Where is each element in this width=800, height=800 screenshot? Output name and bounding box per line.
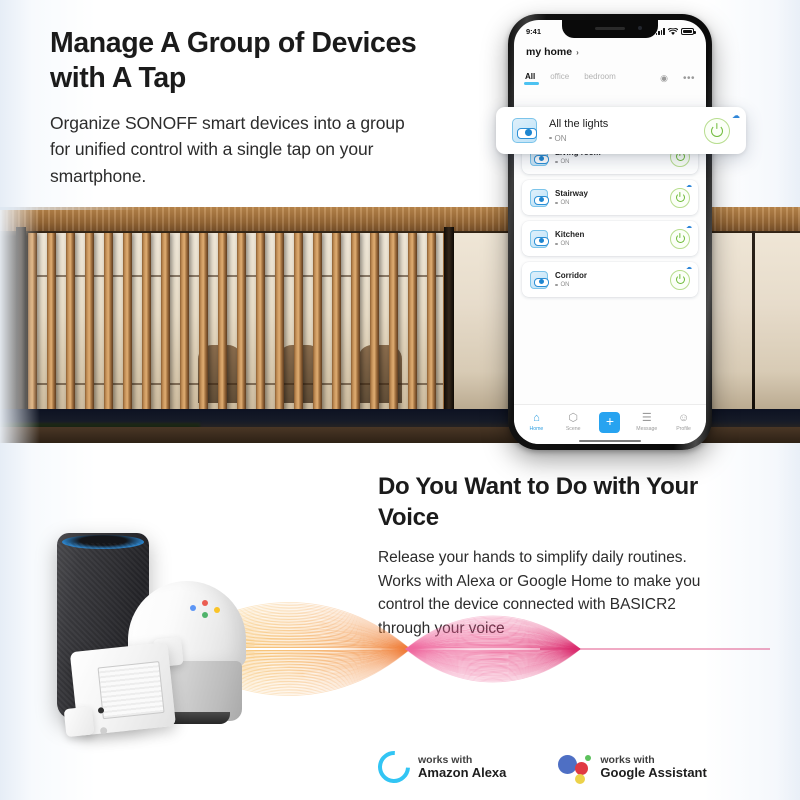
- cloud-icon: ☁: [686, 265, 692, 271]
- alexa-ring-icon: [371, 744, 417, 790]
- switch-icon: [530, 270, 549, 289]
- sonoff-basicr2-switch: [57, 635, 189, 745]
- table-row[interactable]: ☁ Corridor ON: [522, 262, 698, 297]
- smartphone-mockup: 9:41 my home › All office bedroom ◉ ••• …: [508, 14, 712, 450]
- group-name: All the lights: [549, 118, 609, 131]
- device-status: ON: [555, 200, 663, 206]
- tab-all[interactable]: All: [523, 72, 540, 85]
- battery-full-icon: [681, 28, 696, 35]
- tab-office[interactable]: office: [550, 72, 569, 85]
- more-options-icon[interactable]: •••: [683, 73, 695, 84]
- led-red-icon: [202, 600, 208, 606]
- cloud-icon: ☁: [732, 111, 740, 120]
- nav-scene[interactable]: ⬡ Scene: [556, 411, 590, 432]
- all-the-lights-card[interactable]: ☁ All the lights ON: [496, 107, 746, 154]
- section-voice-control: Do You Want to Do with Your Voice Releas…: [0, 443, 800, 800]
- phone-notch: [562, 20, 658, 38]
- cloud-icon: ☁: [686, 224, 692, 230]
- compatibility-badges: works with Amazon Alexa works with Googl…: [371, 744, 707, 790]
- group-status: ON: [549, 134, 692, 143]
- device-status: ON: [555, 241, 663, 247]
- led-green-icon: [202, 612, 208, 618]
- home-selector[interactable]: my home ›: [526, 46, 579, 58]
- led-yellow-icon: [214, 607, 220, 613]
- device-name: Stairway: [555, 189, 588, 199]
- nav-profile[interactable]: ☺ Profile: [667, 411, 701, 432]
- device-name: Kitchen: [555, 230, 585, 240]
- device-status: ON: [555, 282, 663, 288]
- eye-icon[interactable]: ◉: [660, 73, 668, 84]
- room-tabs: All office bedroom ◉ •••: [514, 67, 706, 89]
- chevron-right-icon: ›: [576, 47, 579, 57]
- plus-icon: +: [599, 411, 621, 433]
- message-icon: ☰: [641, 411, 652, 424]
- home-name: my home: [526, 46, 573, 58]
- nav-message[interactable]: ☰ Message: [630, 411, 664, 432]
- bottom-navigation: ⌂ Home ⬡ Scene + ☰ Message ☺ Profile: [514, 404, 706, 444]
- power-icon[interactable]: [670, 228, 690, 249]
- home-indicator: [579, 439, 641, 442]
- google-assistant-dots-icon: [558, 752, 592, 784]
- power-icon[interactable]: [670, 269, 690, 290]
- device-status: ON: [555, 159, 663, 165]
- wifi-icon: [668, 27, 678, 35]
- table-row[interactable]: ☁ Stairway ON: [522, 180, 698, 215]
- switch-icon: [512, 118, 537, 143]
- nav-home[interactable]: ⌂ Home: [519, 411, 553, 432]
- section1-heading: Manage A Group of Devices with A Tap: [50, 27, 417, 95]
- badge-amazon-alexa: works with Amazon Alexa: [371, 744, 506, 790]
- device-name: Corridor: [555, 271, 587, 281]
- phone-screen: 9:41 my home › All office bedroom ◉ ••• …: [514, 20, 706, 444]
- status-time: 9:41: [526, 27, 542, 36]
- front-camera-icon: [638, 26, 642, 30]
- power-icon[interactable]: [670, 187, 690, 208]
- badge-google-assistant: works with Google Assistant: [558, 752, 707, 784]
- section1-body: Organize SONOFF smart devices into a gro…: [50, 113, 405, 186]
- promo-page: Manage A Group of Devices with A Tap Org…: [0, 0, 800, 800]
- home-icon: ⌂: [533, 411, 540, 424]
- switch-icon: [530, 188, 549, 207]
- switch-icon: [530, 229, 549, 248]
- section2-heading: Do You Want to Do with Your Voice: [378, 473, 698, 532]
- cloud-icon: ☁: [686, 183, 692, 189]
- table-row[interactable]: ☁ Kitchen ON: [522, 221, 698, 256]
- scene-icon: ⬡: [568, 411, 578, 424]
- tab-bedroom[interactable]: bedroom: [584, 72, 616, 85]
- wooden-louver-screen: [28, 233, 448, 413]
- power-icon[interactable]: [704, 117, 730, 144]
- profile-icon: ☺: [677, 411, 690, 424]
- nav-add[interactable]: +: [593, 411, 627, 433]
- led-blue-icon: [190, 605, 196, 611]
